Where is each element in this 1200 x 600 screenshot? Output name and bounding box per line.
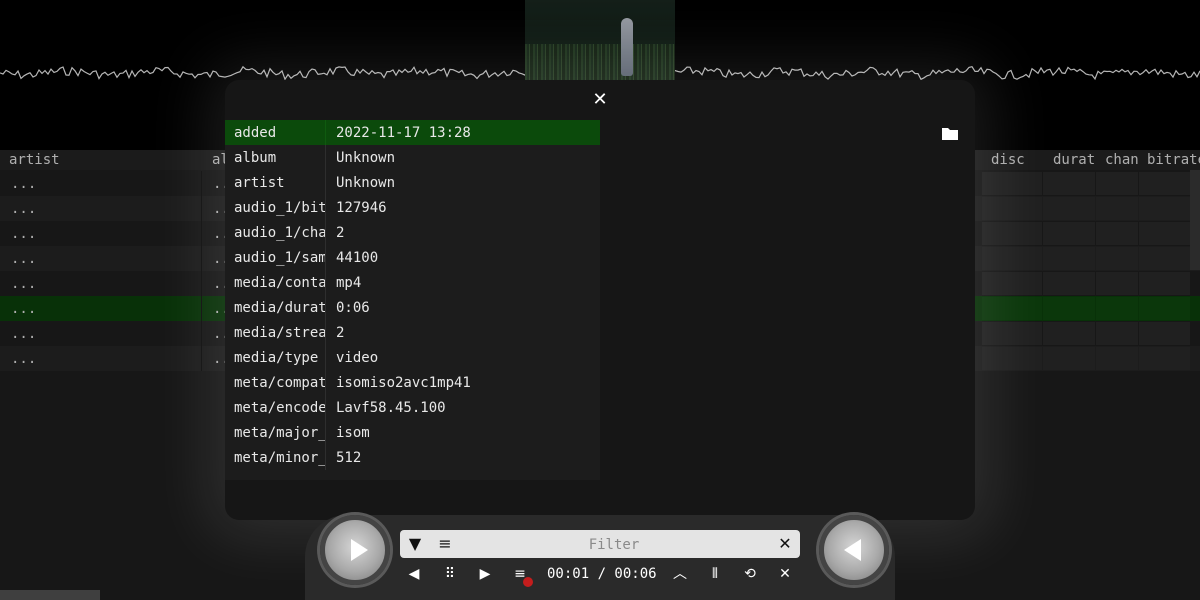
- metadata-key: media/container: [234, 275, 325, 291]
- record-indicator: [523, 577, 533, 587]
- metadata-key: audio_1/bitrate: [234, 200, 325, 216]
- metadata-row[interactable]: meta/minor_version 512: [225, 445, 600, 470]
- metadata-table[interactable]: added 2022-11-17 13:28 album Unknown artist U…: [225, 120, 600, 480]
- metadata-value: 2: [336, 325, 345, 341]
- metadata-value: isom: [336, 425, 370, 441]
- metadata-key: meta/compatible_brands: [234, 375, 325, 391]
- metadata-value: 127946: [336, 200, 387, 216]
- next-icon[interactable]: ▶: [475, 564, 495, 584]
- metadata-value: 2: [336, 225, 345, 241]
- metadata-row[interactable]: album Unknown: [225, 145, 600, 170]
- metadata-key: media/type: [234, 350, 319, 366]
- loop-icon[interactable]: ⟲: [740, 564, 760, 584]
- dropdown-triangle-icon[interactable]: ▼: [406, 535, 424, 553]
- metadata-key: album: [234, 150, 277, 166]
- metadata-value: 44100: [336, 250, 379, 266]
- metadata-value: 0:06: [336, 300, 370, 316]
- metadata-key: meta/encoder: [234, 400, 325, 416]
- prev-icon[interactable]: ◀: [404, 564, 424, 584]
- metadata-value: video: [336, 350, 379, 366]
- metadata-key: audio_1/samplerate: [234, 250, 325, 266]
- metadata-row[interactable]: media/type video: [225, 345, 600, 370]
- metadata-row[interactable]: artist Unknown: [225, 170, 600, 195]
- metadata-row[interactable]: meta/major_brand isom: [225, 420, 600, 445]
- metadata-value: Lavf58.45.100: [336, 400, 446, 416]
- drag-handle-icon[interactable]: ⠿: [440, 564, 460, 584]
- metadata-key: meta/minor_version: [234, 450, 325, 466]
- metadata-row[interactable]: audio_1/channels 2: [225, 220, 600, 245]
- close-icon[interactable]: ✕: [589, 90, 611, 110]
- menu-icon[interactable]: ≡: [436, 535, 454, 553]
- metadata-key: audio_1/channels: [234, 225, 325, 241]
- metadata-key: artist: [234, 175, 285, 191]
- back-button[interactable]: [819, 515, 889, 585]
- metadata-key: media/streams: [234, 325, 325, 341]
- metadata-value: isomiso2avc1mp41: [336, 375, 471, 391]
- metadata-value: 512: [336, 450, 362, 466]
- close-icon[interactable]: ✕: [775, 564, 795, 584]
- play-icon: [351, 539, 368, 561]
- columns-icon[interactable]: ⦀: [705, 564, 725, 584]
- metadata-row[interactable]: audio_1/samplerate 44100: [225, 245, 600, 270]
- play-button[interactable]: [320, 515, 390, 585]
- metadata-key: media/duration: [234, 300, 325, 316]
- clear-filter-icon[interactable]: ✕: [776, 535, 794, 553]
- metadata-row[interactable]: media/container mp4: [225, 270, 600, 295]
- metadata-row[interactable]: added 2022-11-17 13:28: [225, 120, 600, 145]
- folder-icon[interactable]: [941, 126, 959, 141]
- filter-input[interactable]: [462, 534, 766, 556]
- metadata-dialog: ✕ added 2022-11-17 13:28 album Unknown artis…: [225, 80, 975, 520]
- metadata-value: 2022-11-17 13:28: [336, 125, 471, 141]
- metadata-key: added: [234, 125, 277, 141]
- metadata-row[interactable]: meta/compatible_brands isomiso2avc1mp41: [225, 370, 600, 395]
- metadata-value: mp4: [336, 275, 362, 291]
- metadata-value: Unknown: [336, 175, 396, 191]
- metadata-value: Unknown: [336, 150, 396, 166]
- back-icon: [844, 539, 861, 561]
- time-display: 00:01 / 00:06: [547, 566, 657, 582]
- metadata-row[interactable]: media/duration 0:06: [225, 295, 600, 320]
- chevron-up-icon[interactable]: ︿: [670, 564, 690, 584]
- metadata-key: meta/major_brand: [234, 425, 325, 441]
- metadata-row[interactable]: audio_1/bitrate 127946: [225, 195, 600, 220]
- metadata-row[interactable]: meta/encoder Lavf58.45.100: [225, 395, 600, 420]
- metadata-row[interactable]: media/streams 2: [225, 320, 600, 345]
- filter-bar: ▼ ≡ ✕: [400, 530, 800, 558]
